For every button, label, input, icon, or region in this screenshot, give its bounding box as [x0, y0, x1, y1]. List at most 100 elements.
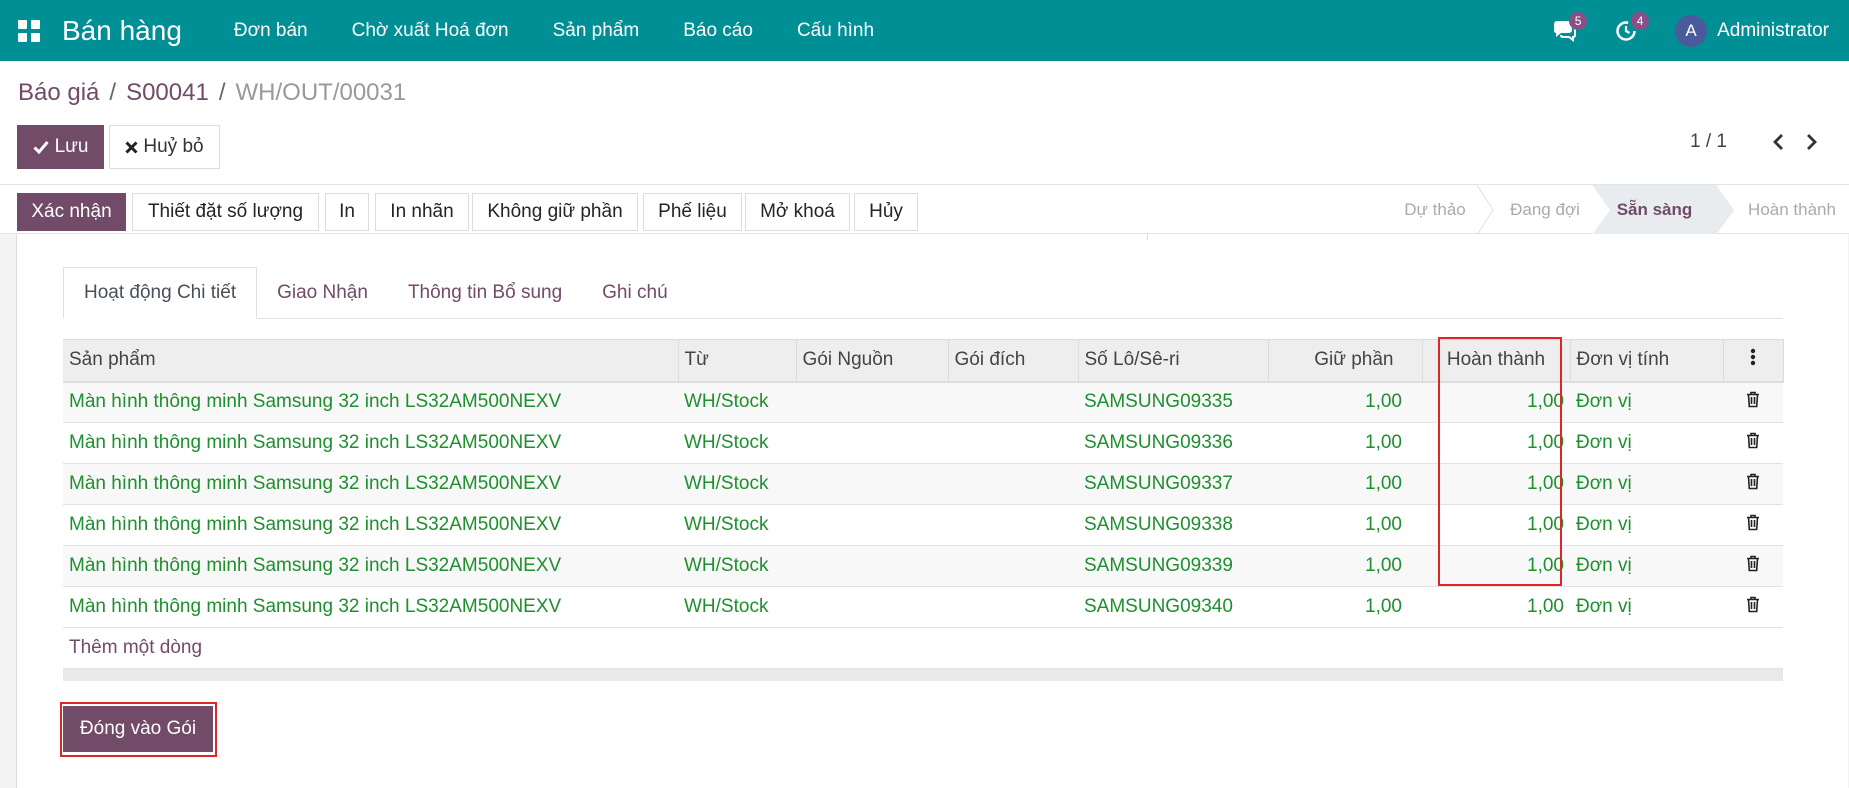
pager: 1 / 1: [1690, 131, 1829, 153]
stage-separator: [1592, 185, 1610, 235]
set-quantities-button[interactable]: Thiết đặt số lượng: [132, 193, 319, 231]
validate-button[interactable]: Xác nhận: [17, 193, 126, 231]
check-icon: [33, 141, 49, 154]
stage-waiting[interactable]: Đang đợi: [1495, 185, 1595, 235]
put-in-pack-button[interactable]: Đóng vào Gói: [63, 706, 213, 752]
menu-item-reporting[interactable]: Báo cáo: [661, 20, 775, 42]
menu-item-to-invoice[interactable]: Chờ xuất Hoá đơn: [330, 20, 531, 42]
scrap-button[interactable]: Phế liệu: [643, 193, 742, 231]
cell-reserved: 1,00: [1268, 381, 1422, 423]
messages-icon[interactable]: 5: [1533, 0, 1595, 61]
chevron-right-icon[interactable]: [1795, 133, 1829, 151]
table-row[interactable]: Màn hình thông minh Samsung 32 inch LS32…: [63, 463, 1783, 505]
more-vertical-icon: [1750, 349, 1756, 366]
cell-destination-package: [948, 422, 1078, 464]
column-from[interactable]: Từ: [678, 339, 797, 383]
unlock-button[interactable]: Mở khoá: [745, 193, 850, 231]
column-uom[interactable]: Đơn vị tính: [1570, 339, 1724, 383]
menu-item-configuration[interactable]: Cấu hình: [775, 20, 896, 42]
activities-icon[interactable]: 4: [1595, 0, 1657, 61]
cell-uom: Đơn vị: [1570, 504, 1723, 546]
breadcrumb-quotations[interactable]: Báo giá: [18, 79, 99, 107]
cell-done[interactable]: 1,00: [1422, 586, 1570, 628]
trash-icon[interactable]: [1723, 422, 1783, 464]
trash-icon[interactable]: [1723, 586, 1783, 628]
cancel-button[interactable]: Hủy: [854, 193, 918, 231]
apps-menu-icon[interactable]: [0, 0, 58, 61]
cell-destination-package: [948, 586, 1078, 628]
cell-done[interactable]: 1,00: [1422, 504, 1570, 546]
cell-product: Màn hình thông minh Samsung 32 inch LS32…: [63, 504, 678, 546]
discard-button[interactable]: Huỷ bỏ: [109, 125, 220, 169]
column-destination-package[interactable]: Gói đích: [948, 339, 1079, 383]
tab-note[interactable]: Ghi chú: [582, 267, 687, 319]
cell-source-package: [796, 504, 948, 546]
pager-value[interactable]: 1 / 1: [1690, 131, 1727, 153]
cell-done[interactable]: 1,00: [1422, 545, 1570, 587]
close-icon: [125, 140, 138, 154]
top-navbar: Bán hàng Đơn bán Chờ xuất Hoá đơn Sản ph…: [0, 0, 1849, 61]
unreserve-button[interactable]: Không giữ phần: [472, 193, 638, 231]
table-row[interactable]: Màn hình thông minh Samsung 32 inch LS32…: [63, 381, 1783, 423]
cell-done[interactable]: 1,00: [1422, 422, 1570, 464]
discard-label: Huỷ bỏ: [143, 136, 204, 157]
table-footer: [63, 668, 1783, 681]
app-title[interactable]: Bán hàng: [62, 15, 182, 47]
cell-from: WH/Stock: [678, 504, 796, 546]
form-sheet: Hoạt động Chi tiết Giao Nhận Thông tin B…: [16, 234, 1848, 788]
stage-done[interactable]: Hoàn thành: [1735, 185, 1849, 235]
tab-detailed-operations[interactable]: Hoạt động Chi tiết: [63, 267, 258, 319]
cell-source-package: [796, 463, 948, 505]
table-row[interactable]: Màn hình thông minh Samsung 32 inch LS32…: [63, 504, 1783, 546]
breadcrumb-separator: /: [218, 79, 226, 106]
cell-product: Màn hình thông minh Samsung 32 inch LS32…: [63, 545, 678, 587]
cell-reserved: 1,00: [1268, 422, 1422, 464]
column-product[interactable]: Sản phẩm: [63, 339, 679, 383]
activities-badge: 4: [1631, 12, 1650, 30]
trash-icon[interactable]: [1723, 504, 1783, 546]
cell-from: WH/Stock: [678, 381, 796, 423]
table-row[interactable]: Màn hình thông minh Samsung 32 inch LS32…: [63, 586, 1783, 628]
trash-icon[interactable]: [1723, 463, 1783, 505]
chevron-left-icon[interactable]: [1761, 133, 1795, 151]
menu-item-products[interactable]: Sản phẩm: [531, 20, 662, 42]
column-reserved[interactable]: Giữ phần: [1268, 339, 1423, 383]
cell-from: WH/Stock: [678, 545, 796, 587]
cell-done[interactable]: 1,00: [1422, 463, 1570, 505]
cell-product: Màn hình thông minh Samsung 32 inch LS32…: [63, 381, 678, 423]
trash-icon[interactable]: [1723, 545, 1783, 587]
add-line-link[interactable]: Thêm một dòng: [63, 627, 1783, 669]
stage-draft[interactable]: Dự thảo: [1385, 185, 1485, 235]
column-lot-serial[interactable]: Số Lô/Sê-ri: [1078, 339, 1269, 383]
tab-operations[interactable]: Giao Nhận: [257, 267, 388, 319]
table-row[interactable]: Màn hình thông minh Samsung 32 inch LS32…: [63, 545, 1783, 587]
cell-source-package: [796, 545, 948, 587]
user-menu[interactable]: A Administrator: [1675, 14, 1829, 47]
messages-badge: 5: [1569, 12, 1588, 30]
cell-uom: Đơn vị: [1570, 381, 1723, 423]
column-source-package[interactable]: Gói Nguồn: [796, 339, 949, 383]
menu-item-orders[interactable]: Đơn bán: [212, 20, 330, 42]
save-button[interactable]: Lưu: [17, 125, 104, 169]
notebook-tabs: Hoạt động Chi tiết Giao Nhận Thông tin B…: [63, 267, 1783, 319]
cell-done[interactable]: 1,00: [1422, 381, 1570, 423]
breadcrumb-separator: /: [109, 79, 117, 106]
print-button[interactable]: In: [325, 193, 369, 231]
cell-reserved: 1,00: [1268, 586, 1422, 628]
stage-separator: [1476, 185, 1494, 235]
column-options[interactable]: [1723, 339, 1784, 383]
trash-icon[interactable]: [1723, 381, 1783, 423]
table-row[interactable]: Màn hình thông minh Samsung 32 inch LS32…: [63, 422, 1783, 464]
print-labels-button[interactable]: In nhãn: [375, 193, 469, 231]
tab-additional-info[interactable]: Thông tin Bổ sung: [388, 267, 582, 319]
cell-product: Màn hình thông minh Samsung 32 inch LS32…: [63, 422, 678, 464]
cell-uom: Đơn vị: [1570, 463, 1723, 505]
cell-lot-serial: SAMSUNG09337: [1078, 463, 1268, 505]
breadcrumb-current: WH/OUT/00031: [235, 79, 407, 106]
cell-lot-serial: SAMSUNG09340: [1078, 586, 1268, 628]
cell-uom: Đơn vị: [1570, 545, 1723, 587]
breadcrumb-order[interactable]: S00041: [126, 79, 209, 107]
cell-lot-serial: SAMSUNG09339: [1078, 545, 1268, 587]
column-done[interactable]: Hoàn thành: [1422, 339, 1571, 383]
save-label: Lưu: [54, 136, 89, 157]
